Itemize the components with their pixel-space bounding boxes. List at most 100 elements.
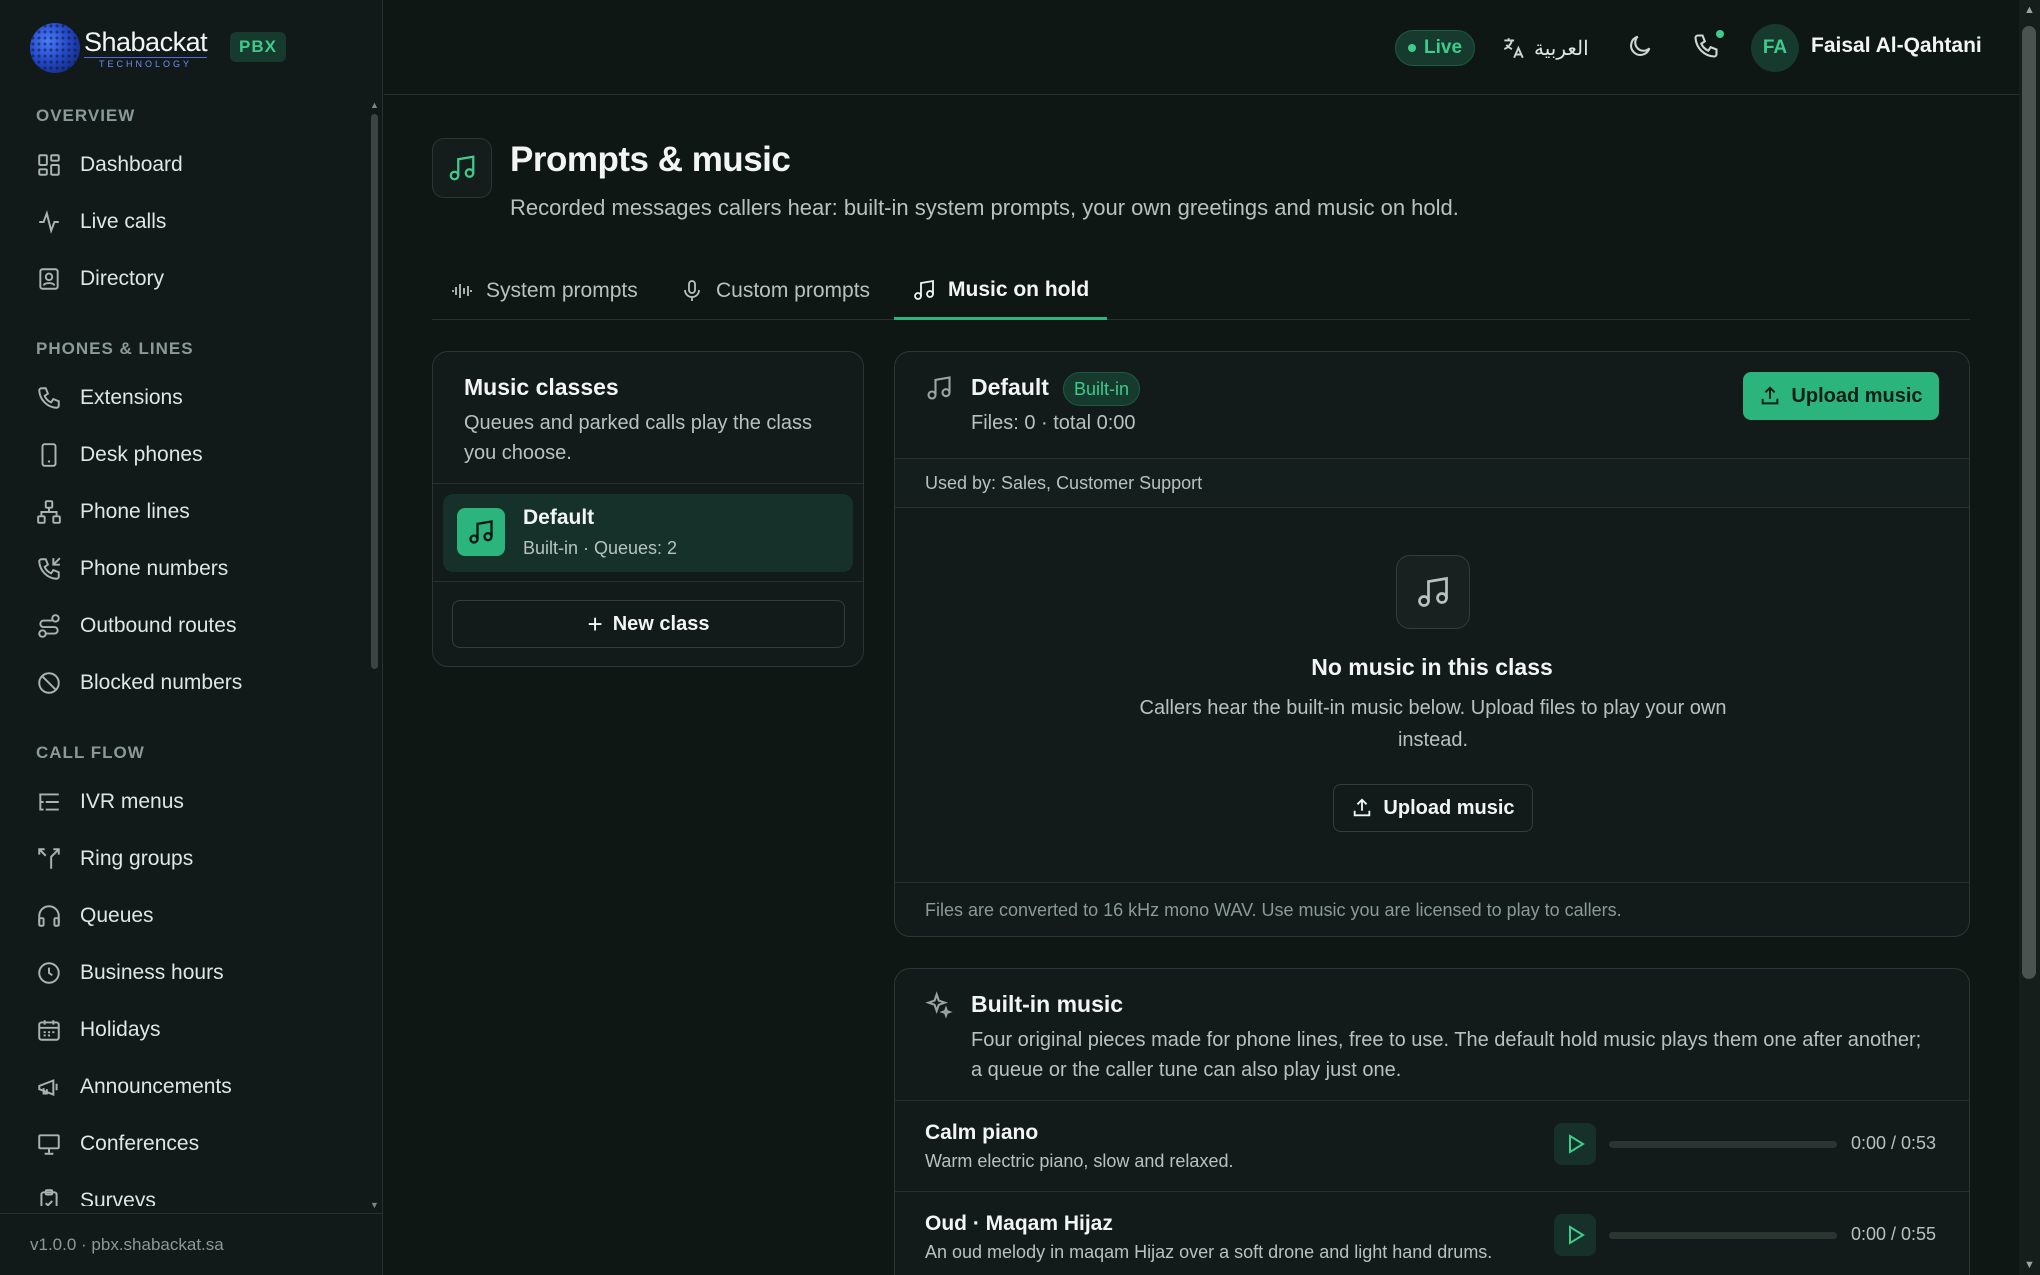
music-note-icon [1396,555,1470,629]
scroll-up-arrow-icon[interactable]: ▲ [370,100,379,110]
tab-music-on-hold[interactable]: Music on hold [894,262,1108,320]
page-title: Prompts & music [510,140,791,179]
sidebar-item-dashboard[interactable]: Dashboard [0,136,370,193]
sidebar-scrollbar[interactable]: ▲ ▼ [370,100,379,1210]
scroll-down-arrow-icon[interactable]: ▼ [2024,1259,2035,1271]
brand-name: Shabackat [84,26,208,57]
divider [433,581,863,582]
music-class-meta: Built-in · Queues: 2 [523,538,678,558]
online-indicator [1714,28,1726,40]
sidebar-item-label: Extensions [80,385,183,409]
music-class-item[interactable]: Default Built-in · Queues: 2 [443,494,853,572]
play-button[interactable] [1554,1214,1596,1256]
ban-icon [36,670,62,696]
sidebar-item-ivr-menus[interactable]: IVR menus [0,773,370,830]
sidebar-item-desk-phones[interactable]: Desk phones [0,426,370,483]
sidebar-item-label: Surveys [80,1188,156,1207]
upload-music-label: Upload music [1791,384,1923,407]
sidebar-item-conferences[interactable]: Conferences [0,1115,370,1172]
track-progress-bar[interactable] [1609,1232,1837,1239]
main-scroll-thumb[interactable] [2022,26,2036,979]
sidebar-item-phone-numbers[interactable]: Phone numbers [0,540,370,597]
sidebar-item-queues[interactable]: Queues [0,887,370,944]
brand-logo[interactable]: Shabackat TECHNOLOGY [30,20,208,76]
sidebar-item-extensions[interactable]: Extensions [0,369,370,426]
activity-icon [36,209,62,235]
nav-section-title: CALL FLOW [36,743,145,762]
page-subtitle: Recorded messages callers hear: built-in… [510,195,1459,220]
sidebar-item-live-calls[interactable]: Live calls [0,193,370,250]
sidebar-scroll-thumb[interactable] [371,114,378,669]
top-bar: Live العربية FA Faisal Al-Qahtani [384,0,2019,95]
built-in-badge: Built-in [1063,372,1141,406]
status-dot-icon [1408,44,1416,52]
new-class-label: New class [612,612,710,635]
divider [433,483,863,484]
panel-subtitle: Queues and parked calls play the class y… [464,412,812,464]
track-row: Oud · Maqam Hijaz An oud melody in maqam… [895,1191,1969,1275]
clock-icon [36,960,62,986]
tab-label: Music on hold [948,277,1090,301]
track-row: Calm piano Warm electric piano, slow and… [895,1100,1969,1191]
main-scrollbar[interactable]: ▲ ▼ [2019,0,2040,1275]
upload-music-button[interactable]: Upload music [1743,372,1939,420]
sidebar-item-blocked-numbers[interactable]: Blocked numbers [0,654,370,711]
version-info: v1.0.0 · pbx.shabackat.sa [0,1213,383,1275]
user-name[interactable]: Faisal Al-Qahtani [1811,34,1982,58]
sidebar-item-announcements[interactable]: Announcements [0,1058,370,1115]
sidebar-item-label: Outbound routes [80,613,237,637]
track-name: Oud · Maqam Hijaz [925,1212,1113,1235]
empty-state-text: Callers hear the built-in music below. U… [1139,697,1727,751]
music-note-icon [432,138,492,198]
sidebar-item-outbound-routes[interactable]: Outbound routes [0,597,370,654]
empty-upload-music-button[interactable]: Upload music [1333,784,1533,832]
live-status-badge: Live [1395,30,1476,66]
sidebar-item-label: Queues [80,903,154,927]
theme-toggle-button[interactable] [1626,32,1656,62]
upload-icon [1762,386,1779,405]
sidebar-item-holidays[interactable]: Holidays [0,1001,370,1058]
language-switch-button[interactable]: العربية [1500,28,1589,68]
music-classes-panel: Music classes Queues and parked calls pl… [432,351,864,667]
scroll-up-arrow-icon[interactable]: ▲ [2024,4,2035,16]
audio-waveform-icon [452,284,472,298]
avatar[interactable]: FA [1751,24,1799,72]
softphone-button[interactable] [1692,28,1726,62]
live-status-label: Live [1424,37,1463,58]
class-title: Default [971,374,1049,400]
sidebar-item-label: Directory [80,266,165,290]
empty-state-title: No music in this class [1311,654,1553,680]
sidebar-item-label: Holidays [80,1017,161,1041]
language-label: العربية [1534,37,1589,60]
microphone-icon [684,280,700,301]
scroll-down-arrow-icon[interactable]: ▼ [370,1200,379,1210]
sidebar-item-label: Phone numbers [80,556,229,580]
smartphone-icon [36,442,62,468]
sidebar-item-label: Blocked numbers [80,670,243,694]
brand-tagline: TECHNOLOGY [84,56,208,69]
network-icon [36,499,62,525]
track-progress-bar[interactable] [1609,1141,1837,1148]
sidebar-item-ring-groups[interactable]: Ring groups [0,830,370,887]
play-icon [1569,1225,1585,1245]
music-note-icon [914,279,934,300]
used-by-row: Used by: Sales, Customer Support [895,458,1969,508]
clipboard-check-icon [36,1188,62,1206]
sidebar-item-directory[interactable]: Directory [0,250,370,307]
tab-custom-prompts[interactable]: Custom prompts [662,262,888,320]
list-tree-icon [36,789,62,815]
play-icon [1569,1134,1585,1154]
pbx-badge: PBX [230,32,286,62]
sidebar-item-business-hours[interactable]: Business hours [0,944,370,1001]
sidebar-item-phone-lines[interactable]: Phone lines [0,483,370,540]
sidebar-item-label: Conferences [80,1131,200,1155]
sidebar-item-surveys[interactable]: Surveys [0,1172,370,1206]
music-note-icon [457,508,505,556]
new-class-button[interactable]: + New class [452,600,845,648]
play-button[interactable] [1554,1123,1596,1165]
sparkles-icon [925,991,953,1019]
panel-title: Music classes [464,374,619,400]
sidebar: Shabackat TECHNOLOGY PBX OVERVIEW Dashbo… [0,0,383,1275]
tab-system-prompts[interactable]: System prompts [432,262,656,320]
split-icon [36,846,62,872]
